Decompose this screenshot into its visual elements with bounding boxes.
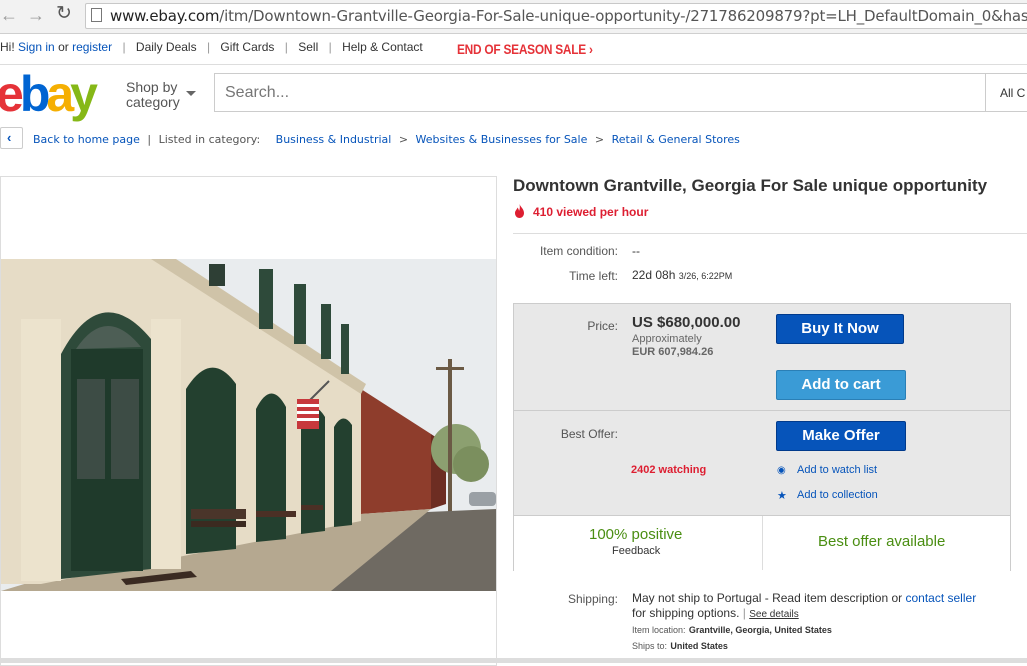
separator: | — [122, 40, 126, 54]
separator: | — [742, 606, 746, 620]
contact-seller-link[interactable]: contact seller — [905, 591, 976, 605]
ships-to-value: United States — [670, 641, 728, 651]
add-to-cart-button[interactable]: Add to cart — [776, 370, 906, 400]
see-details-link[interactable]: See details — [749, 609, 798, 620]
logo-letter: a — [46, 66, 74, 122]
shop-by-label: Shop by — [126, 79, 178, 95]
url-host: www.ebay.com — [110, 7, 220, 25]
feedback-label: Feedback — [612, 545, 661, 557]
breadcrumb-item[interactable]: Business & Industrial — [276, 133, 392, 146]
separator: | — [206, 40, 211, 54]
page-icon — [91, 8, 102, 22]
forward-arrow-icon[interactable]: → — [27, 5, 45, 25]
divider — [514, 410, 1010, 411]
divider — [0, 64, 1027, 65]
greeting: Hi! — [0, 40, 15, 54]
separator: | — [284, 40, 288, 54]
add-to-collection-link[interactable]: Add to collection — [797, 489, 878, 501]
shop-by-category-button[interactable]: Shop by category — [126, 80, 180, 110]
listed-in-label: Listed in category: — [158, 133, 261, 146]
logo-letter: b — [19, 66, 50, 122]
star-icon: ★ — [777, 490, 787, 502]
eur-price: EUR 607,984.26 — [632, 346, 714, 358]
logo-letter: y — [70, 66, 98, 122]
url-path: /itm/Downtown-Grantville-Georgia-For-Sal… — [219, 7, 1027, 25]
shipping-info: May not ship to Portugal - Read item des… — [632, 591, 1022, 654]
category-select-label: All C — [1000, 86, 1026, 100]
item-photo[interactable] — [1, 259, 496, 591]
shipping-options-text: for shipping options. — [632, 606, 740, 620]
search-placeholder: Search... — [225, 84, 290, 101]
separator: | — [147, 133, 152, 146]
shipping-label: Shipping: — [567, 592, 618, 606]
item-location-label: Item location: — [632, 625, 686, 635]
gift-cards-link[interactable]: Gift Cards — [220, 40, 274, 54]
best-offer-label: Best Offer: — [560, 427, 618, 441]
ebay-logo[interactable]: ebay — [0, 64, 98, 124]
top-links: Hi! Sign in or register | Daily Deals | … — [0, 40, 423, 54]
breadcrumb-sep: > — [398, 133, 409, 146]
chevron-left-icon: ‹ — [7, 130, 12, 145]
promo-banner[interactable]: END OF SEASON SALE › — [457, 41, 593, 57]
back-arrow-icon[interactable]: ← — [0, 5, 18, 25]
time-left-label: Time left: — [569, 269, 618, 283]
shipping-text: May not ship to Portugal - Read item des… — [632, 591, 903, 605]
search-input[interactable]: Search... — [214, 73, 986, 112]
caret-down-icon[interactable] — [186, 91, 196, 96]
condition-label: Item condition: — [539, 244, 618, 258]
divider — [513, 233, 1027, 234]
make-offer-button[interactable]: Make Offer — [776, 421, 906, 451]
breadcrumb-sep: > — [594, 133, 605, 146]
logo-letter: e — [0, 66, 24, 122]
ships-to-label: Ships to: — [632, 641, 668, 651]
price-label: Price: — [587, 319, 618, 333]
best-offer-available: Best offer available — [818, 533, 946, 550]
eye-icon: ◉ — [777, 465, 786, 476]
item-image-panel — [0, 176, 497, 666]
breadcrumb-item[interactable]: Websites & Businesses for Sale — [416, 133, 588, 146]
breadcrumb: Back to home page | Listed in category: … — [33, 133, 740, 146]
separator: | — [328, 40, 332, 54]
buy-it-now-button[interactable]: Buy It Now — [776, 314, 904, 344]
watching-count: 2402 watching — [631, 464, 707, 476]
divider — [762, 516, 763, 570]
back-to-home-link[interactable]: Back to home page — [33, 133, 140, 146]
address-bar[interactable]: www.ebay.com/itm/Downtown-Grantville-Geo… — [85, 3, 1027, 29]
page-bottom-edge — [0, 658, 1027, 663]
approximately-label: Approximately — [632, 333, 702, 345]
fire-icon — [515, 204, 524, 218]
or-text: or — [58, 40, 69, 54]
breadcrumb-item[interactable]: Retail & General Stores — [612, 133, 740, 146]
help-contact-link[interactable]: Help & Contact — [342, 40, 423, 54]
sell-link[interactable]: Sell — [298, 40, 318, 54]
daily-deals-link[interactable]: Daily Deals — [136, 40, 197, 54]
item-title: Downtown Grantville, Georgia For Sale un… — [513, 176, 988, 195]
time-left-date: 3/26, 6:22PM — [678, 271, 733, 281]
register-link[interactable]: register — [72, 40, 112, 54]
time-left-duration: 22d 08h — [632, 268, 676, 282]
add-to-watch-list-link[interactable]: Add to watch list — [797, 464, 877, 476]
url-text: www.ebay.com/itm/Downtown-Grantville-Geo… — [110, 7, 1027, 25]
time-left-value: 22d 08h 3/26, 6:22PM — [632, 268, 732, 282]
back-button[interactable]: ‹ — [0, 127, 23, 149]
category-select[interactable]: All C — [986, 73, 1027, 112]
browser-toolbar: ← → ↻ www.ebay.com/itm/Downtown-Grantvil… — [0, 0, 1027, 34]
sign-in-link[interactable]: Sign in — [18, 40, 55, 54]
reload-icon[interactable]: ↻ — [56, 4, 72, 24]
category-label: category — [126, 94, 180, 110]
price-value: US $680,000.00 — [632, 314, 741, 331]
condition-value: -- — [632, 244, 640, 258]
views-per-hour: 410 viewed per hour — [533, 205, 649, 219]
item-location-value: Grantville, Georgia, United States — [688, 625, 832, 635]
positive-feedback[interactable]: 100% positive — [589, 526, 682, 543]
